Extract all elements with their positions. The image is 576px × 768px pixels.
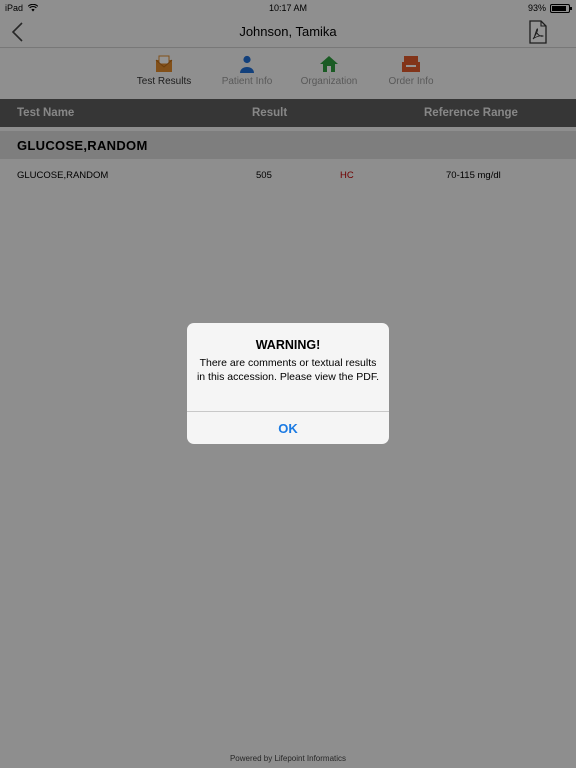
warning-alert-dialog: WARNING! There are comments or textual r… (187, 323, 389, 444)
ok-button[interactable]: OK (187, 412, 389, 444)
alert-message: There are comments or textual results in… (196, 357, 380, 383)
alert-title: WARNING! (255, 338, 321, 352)
